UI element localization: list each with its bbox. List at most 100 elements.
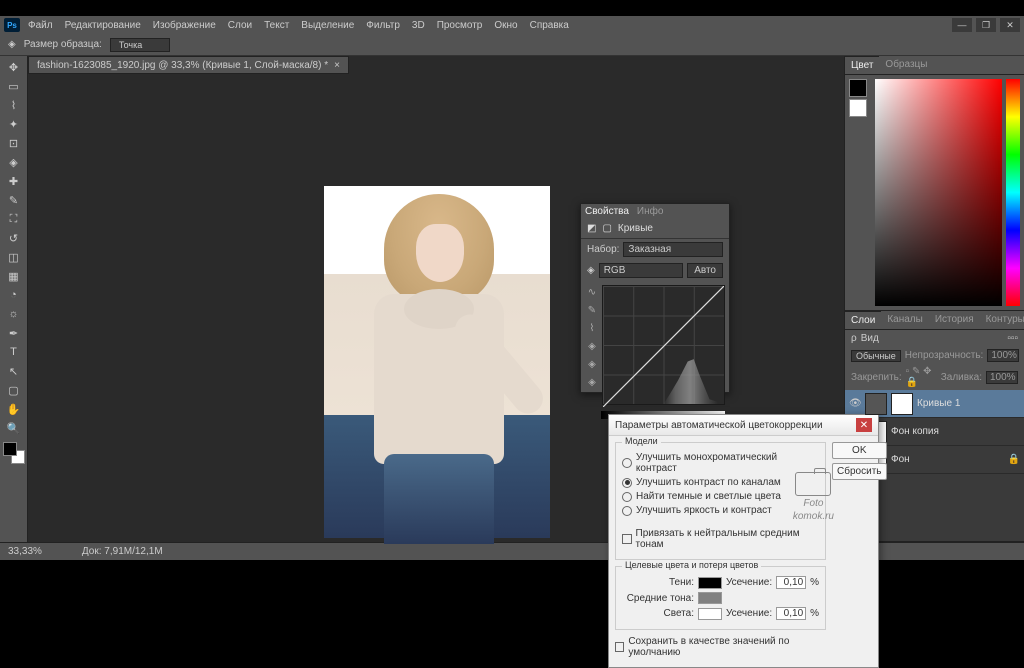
tab-channels[interactable]: Каналы <box>881 311 929 329</box>
color-picker-box[interactable] <box>875 79 1002 306</box>
hue-slider[interactable] <box>1006 79 1020 306</box>
text-tool[interactable]: T <box>3 343 25 361</box>
history-brush-tool[interactable]: ↺ <box>3 229 25 247</box>
move-tool[interactable]: ✥ <box>3 58 25 76</box>
menu-filter[interactable]: Фильтр <box>366 20 400 31</box>
menu-edit[interactable]: Редактирование <box>65 20 141 31</box>
eyedropper-tool[interactable]: ◈ <box>3 153 25 171</box>
filter-icon[interactable]: ▫▫▫ <box>1007 333 1018 344</box>
document-tab[interactable]: fashion-1623085_1920.jpg @ 33,3% (Кривые… <box>28 56 349 74</box>
blend-mode-select[interactable]: Обычные <box>851 350 901 362</box>
curves-graph[interactable] <box>602 285 725 405</box>
opacity-value[interactable]: 100% <box>987 349 1019 362</box>
eyedropper-icon: ◈ <box>8 39 16 50</box>
heal-tool[interactable]: ✚ <box>3 172 25 190</box>
lock-icons[interactable]: ▫ ✎ ✥ 🔒 <box>906 366 933 388</box>
menu-window[interactable]: Окно <box>494 20 517 31</box>
check-neutral-label: Привязать к нейтральным средним тонам <box>636 528 820 550</box>
blur-tool[interactable]: ◔ <box>3 286 25 304</box>
lock-icon: 🔒 <box>1008 454 1020 465</box>
tab-paths[interactable]: Контуры <box>980 311 1024 329</box>
lock-label: Закрепить: <box>851 372 902 383</box>
fill-label: Заливка: <box>941 372 982 383</box>
eraser-tool[interactable]: ◫ <box>3 248 25 266</box>
radio-find-dark-light[interactable]: Найти темные и светлые цвета <box>622 491 819 502</box>
status-doc: Док: 7,91M/12,1M <box>82 546 163 557</box>
preset-label: Набор: <box>587 244 619 255</box>
ps-logo: Ps <box>4 18 20 32</box>
window-minimize[interactable]: — <box>952 18 972 32</box>
tab-layers[interactable]: Слои <box>845 311 881 329</box>
menu-select[interactable]: Выделение <box>301 20 354 31</box>
path-tool[interactable]: ↖ <box>3 362 25 380</box>
layer-thumb-curves <box>865 393 887 415</box>
eye-icon[interactable]: 👁 <box>849 398 861 410</box>
radio-bc-label: Улучшить яркость и контраст <box>636 505 772 516</box>
hand-tool[interactable]: ✋ <box>3 400 25 418</box>
pen-tool[interactable]: ✒ <box>3 324 25 342</box>
shadows-clip-label: Усечение: <box>726 577 772 588</box>
tab-color[interactable]: Цвет <box>845 56 879 74</box>
menu-help[interactable]: Справка <box>530 20 569 31</box>
canvas[interactable] <box>324 186 550 538</box>
dialog-title: Параметры автоматической цветокоррекции <box>615 420 823 431</box>
dialog-close-icon[interactable]: ✕ <box>856 418 872 432</box>
color-mini-swatch[interactable] <box>849 79 871 306</box>
close-tab-icon[interactable]: × <box>334 60 340 71</box>
gradient-tool[interactable]: ▦ <box>3 267 25 285</box>
status-zoom[interactable]: 33,33% <box>8 546 42 557</box>
tab-properties[interactable]: Свойства <box>585 206 629 217</box>
check-neutral-midtones[interactable]: Привязать к нейтральным средним тонам <box>622 528 819 550</box>
pct-1: % <box>810 577 819 588</box>
menu-3d[interactable]: 3D <box>412 20 425 31</box>
menu-view[interactable]: Просмотр <box>437 20 483 31</box>
stamp-tool[interactable]: ⛶ <box>3 210 25 228</box>
layer-curves-1[interactable]: 👁 Кривые 1 <box>845 390 1024 418</box>
highlights-clip-input[interactable]: 0,10 <box>776 607 806 620</box>
color-swatch[interactable] <box>3 442 25 464</box>
highlights-swatch[interactable] <box>698 608 722 620</box>
brush-tool[interactable]: ✎ <box>3 191 25 209</box>
dodge-tool[interactable]: ☼ <box>3 305 25 323</box>
highlights-clip-label: Усечение: <box>726 608 772 619</box>
radio-mono-contrast[interactable]: Улучшить монохроматический контраст <box>622 452 819 474</box>
curves-icon: ◩ <box>587 223 596 234</box>
preset-select[interactable]: Заказная <box>623 242 723 257</box>
curve-pencil-icon[interactable]: ✎ <box>585 303 599 317</box>
cancel-button[interactable]: Сбросить <box>832 463 886 480</box>
tab-history[interactable]: История <box>929 311 980 329</box>
ok-button[interactable]: OK <box>832 442 886 459</box>
auto-button[interactable]: Авто <box>687 263 723 278</box>
gray-point-icon[interactable]: ◈ <box>585 357 599 371</box>
shadows-clip-input[interactable]: 0,10 <box>776 576 806 589</box>
shadows-swatch[interactable] <box>698 577 722 589</box>
lasso-tool[interactable]: ⌇ <box>3 96 25 114</box>
radio-find-label: Найти темные и светлые цвета <box>636 491 781 502</box>
curve-smooth-icon[interactable]: ⌇ <box>585 321 599 335</box>
properties-panel: Свойства Инфо ◩ ▢ Кривые Набор: Заказная… <box>580 203 730 393</box>
window-restore[interactable]: ❐ <box>976 18 996 32</box>
marquee-tool[interactable]: ▭ <box>3 77 25 95</box>
check-save-defaults[interactable]: Сохранить в качестве значений по умолчан… <box>615 636 826 658</box>
fill-value[interactable]: 100% <box>986 371 1018 384</box>
curve-draw-icon[interactable]: ∿ <box>585 285 599 299</box>
white-point-icon[interactable]: ◈ <box>585 375 599 389</box>
shape-tool[interactable]: ▢ <box>3 381 25 399</box>
radio-per-channel[interactable]: Улучшить контраст по каналам <box>622 477 819 488</box>
menu-text[interactable]: Текст <box>264 20 289 31</box>
menu-layers[interactable]: Слои <box>228 20 252 31</box>
crop-tool[interactable]: ⊡ <box>3 134 25 152</box>
channel-select[interactable]: RGB <box>599 263 684 278</box>
tab-info[interactable]: Инфо <box>637 206 664 217</box>
midtones-swatch[interactable] <box>698 592 722 604</box>
menu-image[interactable]: Изображение <box>153 20 216 31</box>
tab-swatches[interactable]: Образцы <box>879 56 933 74</box>
sample-size-select[interactable]: Точка <box>110 38 170 52</box>
black-point-icon[interactable]: ◈ <box>585 339 599 353</box>
menu-file[interactable]: Файл <box>28 20 53 31</box>
window-close[interactable]: ✕ <box>1000 18 1020 32</box>
zoom-tool[interactable]: 🔍 <box>3 419 25 437</box>
radio-brightness-contrast[interactable]: Улучшить яркость и контраст <box>622 505 819 516</box>
wand-tool[interactable]: ✦ <box>3 115 25 133</box>
radio-mono-label: Улучшить монохроматический контраст <box>636 452 819 474</box>
